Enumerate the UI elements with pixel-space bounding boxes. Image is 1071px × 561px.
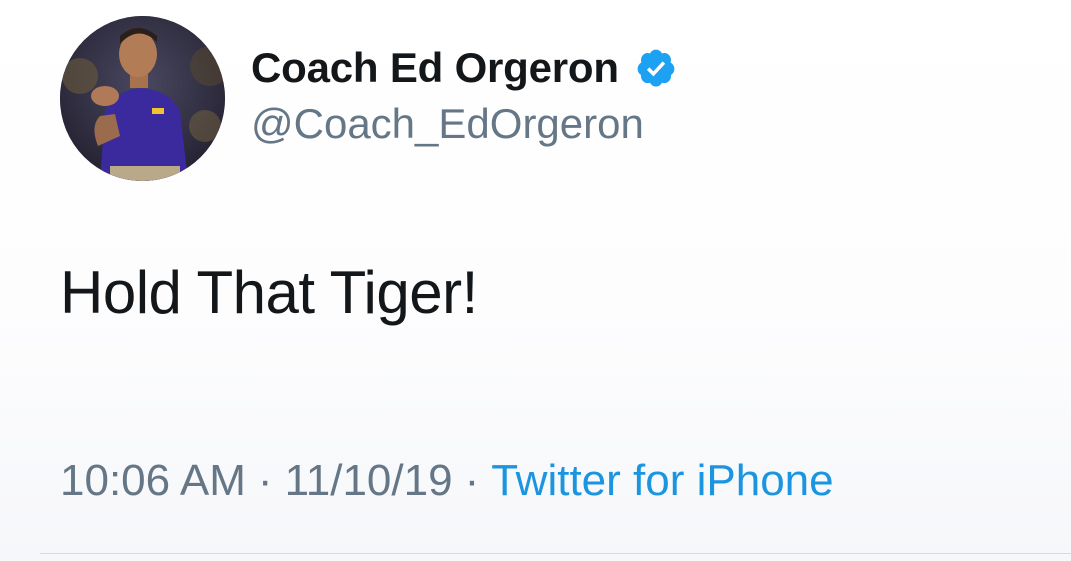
- author-name-row: Coach Ed Orgeron: [251, 40, 677, 96]
- meta-separator: ·: [464, 456, 480, 505]
- author-display-name[interactable]: Coach Ed Orgeron: [251, 44, 619, 92]
- tweet-card: Coach Ed Orgeron @Coach_EdOrgeron Hold T…: [0, 0, 1071, 561]
- tweet-source-link[interactable]: Twitter for iPhone: [491, 456, 833, 505]
- tweet-meta: 10:06 AM · 11/10/19 · Twitter for iPhone: [60, 456, 834, 506]
- tweet-date[interactable]: 11/10/19: [285, 456, 453, 505]
- divider: [40, 553, 1071, 554]
- verified-badge-icon: [635, 47, 677, 89]
- avatar[interactable]: [60, 16, 225, 181]
- author-handle[interactable]: @Coach_EdOrgeron: [251, 100, 644, 148]
- tweet-time[interactable]: 10:06 AM: [60, 456, 246, 505]
- tweet-text: Hold That Tiger!: [60, 259, 478, 326]
- avatar-photo: [60, 16, 225, 181]
- meta-separator: ·: [257, 456, 273, 505]
